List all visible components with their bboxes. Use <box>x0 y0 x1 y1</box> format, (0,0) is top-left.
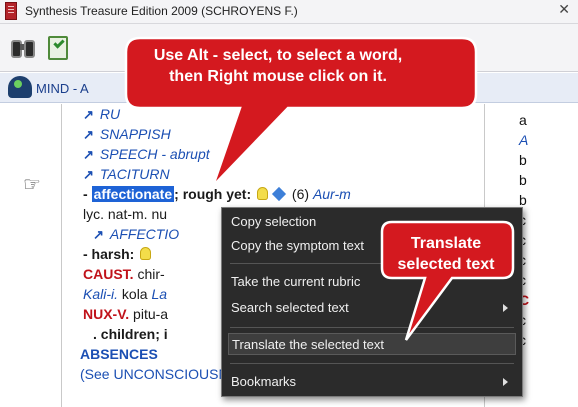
callout-top-text: Use Alt - select, to select a word, then… <box>153 47 403 85</box>
callout-right-text: Translate selected text <box>397 235 495 273</box>
